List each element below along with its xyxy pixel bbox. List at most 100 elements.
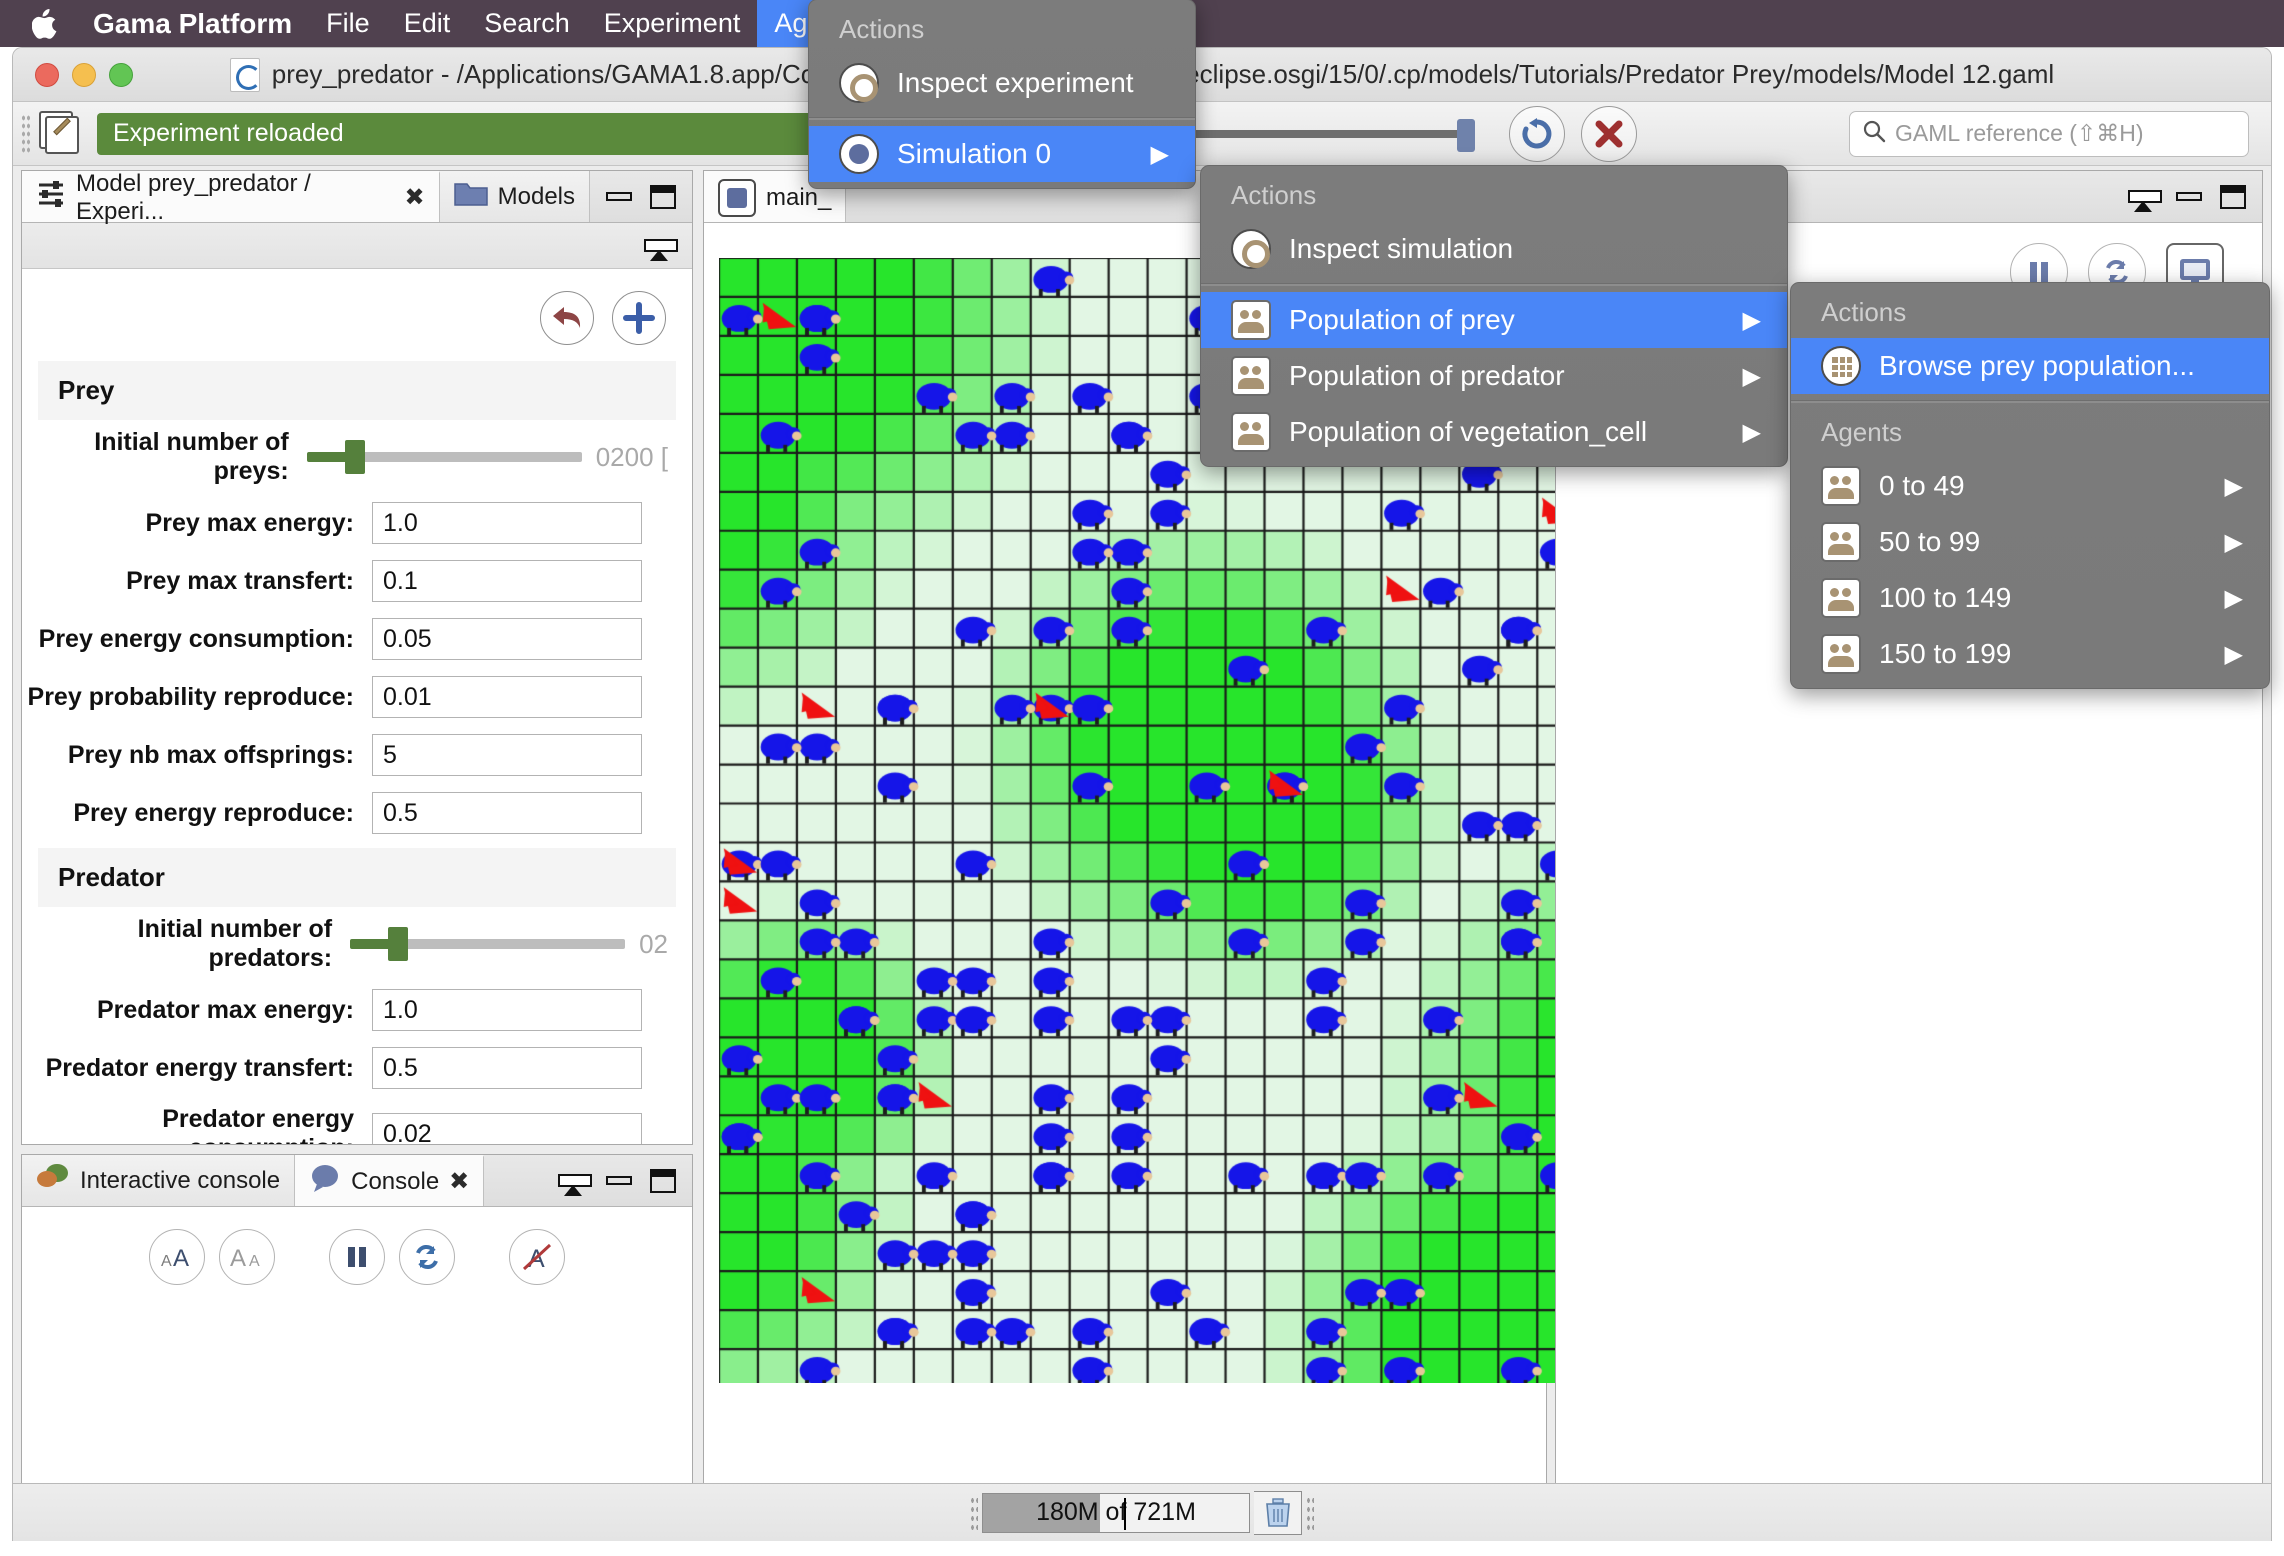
- parameter-slider[interactable]: 0200 [: [306, 440, 668, 474]
- heap-drag-handle-right[interactable]: [1306, 1495, 1314, 1530]
- parameter-input[interactable]: 0.05: [372, 618, 642, 660]
- close-icon[interactable]: ✖: [449, 1167, 469, 1196]
- simulation-speed-slider[interactable]: [1173, 118, 1493, 152]
- minimize-icon[interactable]: [606, 1176, 632, 1185]
- status-bar: 180M of 721M: [13, 1483, 2271, 1541]
- tab-models[interactable]: Models: [439, 171, 590, 222]
- table-icon: [1821, 346, 1861, 386]
- menu-item-population-of-prey[interactable]: Population of prey ▶: [1201, 292, 1787, 348]
- parameters-tabbar: Model prey_predator / Experi... ✖ Models: [22, 170, 692, 225]
- increase-font-icon[interactable]: AA: [149, 1229, 205, 1285]
- menu-item-population-of-predator-label: Population of predator: [1289, 360, 1565, 391]
- tab-interactive-console[interactable]: Interactive console: [22, 1155, 296, 1206]
- maximize-window-button[interactable]: [109, 62, 133, 87]
- parameter-input[interactable]: 0.5: [372, 792, 642, 834]
- chevron-right-icon: ▶: [2224, 472, 2243, 500]
- parameter-slider-value: 02: [639, 928, 668, 959]
- menu-item-browse-prey-population[interactable]: Browse prey population...: [1791, 338, 2269, 394]
- parameter-input[interactable]: 1.0: [372, 989, 642, 1031]
- parameter-slider[interactable]: 02: [350, 927, 668, 961]
- svg-text:A: A: [161, 1253, 172, 1270]
- heap-monitor[interactable]: 180M of 721M: [970, 1490, 1314, 1535]
- chevron-right-icon: ▶: [1742, 306, 1761, 334]
- people-icon: [1231, 300, 1271, 340]
- minimize-icon[interactable]: [2176, 192, 2202, 201]
- menu-item-range-100-149[interactable]: 100 to 149 ▶: [1791, 570, 2269, 626]
- parameter-label: Initial number of predators:: [137, 915, 333, 972]
- minimize-icon[interactable]: [606, 192, 632, 201]
- menu-app-title[interactable]: Gama Platform: [76, 0, 309, 47]
- close-experiment-icon[interactable]: [1581, 105, 1637, 162]
- pause-icon[interactable]: [329, 1229, 385, 1285]
- menu-item-population-of-predator[interactable]: Population of predator ▶: [1201, 348, 1787, 404]
- parameter-input[interactable]: 0.5: [372, 1047, 642, 1089]
- menu-item-inspect-simulation-label: Inspect simulation: [1289, 233, 1514, 264]
- minimize-window-button[interactable]: [72, 62, 96, 87]
- application-window: prey_predator - /Applications/GAMA1.8.ap…: [12, 47, 2272, 1541]
- parameters-sections: Prey Initial number of preys: 0200 [Prey m…: [22, 361, 692, 1144]
- menu-file[interactable]: File: [309, 0, 387, 47]
- add-icon[interactable]: [612, 291, 666, 345]
- menu-search[interactable]: Search: [467, 0, 587, 47]
- heap-drag-handle[interactable]: [970, 1495, 978, 1530]
- maximize-icon[interactable]: [650, 1168, 676, 1193]
- decrease-font-icon[interactable]: AA: [219, 1229, 275, 1285]
- parameters-section-header: Predator: [38, 848, 676, 907]
- apple-logo-icon[interactable]: [32, 8, 58, 39]
- collapse-icon[interactable]: [2128, 189, 2162, 212]
- menu-item-range-150-199[interactable]: 150 to 199 ▶: [1791, 626, 2269, 682]
- parameter-input[interactable]: 0.01: [372, 676, 642, 718]
- no-text-icon[interactable]: A: [509, 1229, 565, 1285]
- edit-model-icon[interactable]: [37, 110, 83, 157]
- parameters-scroll-area[interactable]: Prey Initial number of preys: 0200 [Prey m…: [22, 269, 692, 1144]
- parameters-subtoolbar: [22, 223, 692, 269]
- close-window-button[interactable]: [35, 62, 59, 87]
- display-icon: [718, 178, 756, 217]
- prey-population-menu: Actions Browse prey population... Agents…: [1790, 282, 2270, 689]
- menu-item-population-of-vegetation-cell[interactable]: Population of vegetation_cell ▶: [1201, 404, 1787, 460]
- menu-item-simulation-0[interactable]: Simulation 0 ▶: [809, 126, 1195, 182]
- menu-experiment[interactable]: Experiment: [587, 0, 758, 47]
- menu-item-range-0-49[interactable]: 0 to 49 ▶: [1791, 458, 2269, 514]
- menu-item-range-50-99-label: 50 to 99: [1879, 526, 1981, 557]
- trash-icon[interactable]: [1254, 1490, 1302, 1535]
- menu-separator: [1791, 400, 2269, 403]
- svg-text:A: A: [230, 1245, 246, 1272]
- search-placeholder: GAML reference (⇧⌘H): [1895, 120, 2144, 146]
- parameter-label: Prey energy consumption:: [38, 624, 354, 653]
- parameters-icon: [36, 179, 66, 216]
- parameter-input[interactable]: 1.0: [372, 502, 642, 544]
- chevron-right-icon: ▶: [2224, 640, 2243, 668]
- menu-item-range-50-99[interactable]: 50 to 99 ▶: [1791, 514, 2269, 570]
- maximize-icon[interactable]: [650, 184, 676, 209]
- parameter-label: Predator energy consumption:: [162, 1105, 354, 1144]
- menu-item-inspect-simulation[interactable]: Inspect simulation: [1201, 221, 1787, 277]
- tab-console[interactable]: Console ✖: [295, 1155, 485, 1206]
- search-input[interactable]: GAML reference (⇧⌘H): [1849, 110, 2249, 157]
- people-icon: [1821, 634, 1861, 674]
- parameter-label: Prey probability reproduce:: [27, 682, 354, 711]
- tab-parameters[interactable]: Model prey_predator / Experi... ✖: [22, 170, 440, 225]
- collapse-icon[interactable]: [644, 238, 678, 261]
- parameter-input[interactable]: 0.1: [372, 560, 642, 602]
- menu-edit[interactable]: Edit: [387, 0, 468, 47]
- reload-icon[interactable]: [1509, 105, 1565, 162]
- prey-menu-actions-section: Actions: [1821, 297, 1907, 327]
- parameter-row: Predator max energy: 1.0: [22, 981, 692, 1039]
- chevron-right-icon: ▶: [1742, 418, 1761, 446]
- revert-icon[interactable]: [540, 291, 594, 345]
- simulation-menu: Actions Inspect simulation Population of…: [1200, 165, 1788, 467]
- simulation-menu-section: Actions: [1231, 180, 1317, 210]
- parameter-label: Prey max transfert:: [126, 566, 354, 595]
- menu-item-inspect-experiment[interactable]: Inspect experiment: [809, 55, 1195, 111]
- agents-menu-section: Actions: [839, 14, 925, 44]
- toolbar-drag-handle[interactable]: [21, 113, 31, 154]
- folder-icon: [453, 179, 488, 214]
- refresh-icon[interactable]: [399, 1229, 455, 1285]
- collapse-icon[interactable]: [558, 1173, 592, 1196]
- maximize-icon[interactable]: [2220, 184, 2246, 209]
- parameter-input[interactable]: 0.02: [372, 1113, 642, 1144]
- heap-gauge[interactable]: 180M of 721M: [982, 1492, 1250, 1533]
- parameter-input[interactable]: 5: [372, 734, 642, 776]
- close-icon[interactable]: ✖: [405, 183, 425, 212]
